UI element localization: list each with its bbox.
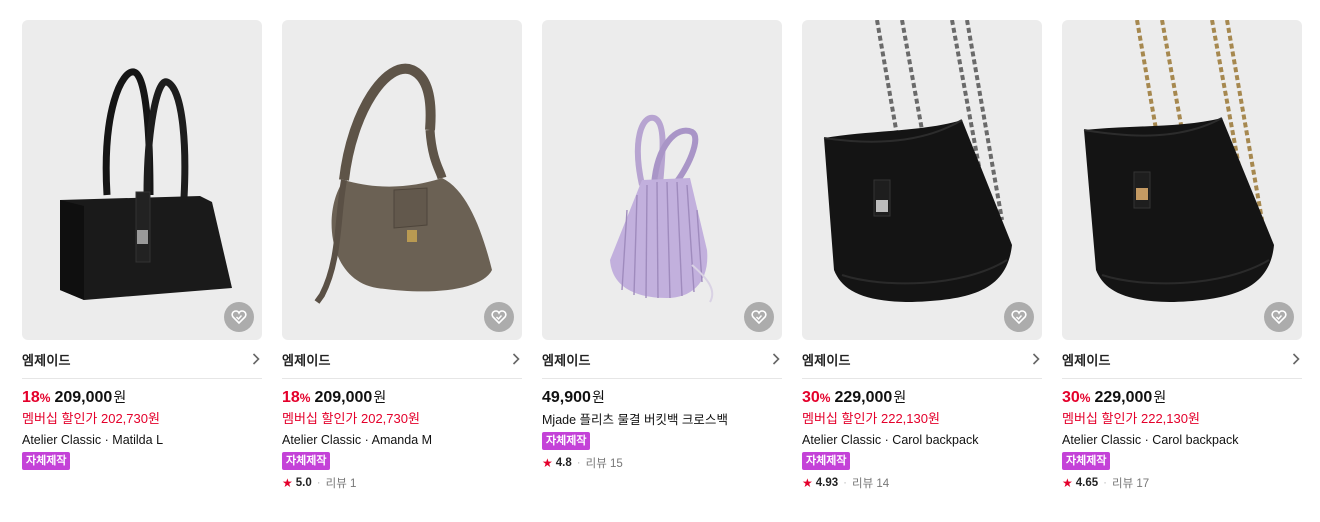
heart-icon bbox=[1011, 310, 1027, 325]
separator-dot: · bbox=[1103, 477, 1107, 489]
separator-dot: · bbox=[843, 477, 847, 489]
separator-dot: · bbox=[576, 457, 581, 469]
product-name[interactable]: Atelier Classic · Carol backpack bbox=[1062, 429, 1302, 451]
price: 209,000 bbox=[54, 389, 113, 406]
product-name[interactable]: Atelier Classic · Carol backpack bbox=[802, 429, 1042, 451]
chevron-right-icon[interactable] bbox=[510, 353, 522, 365]
price: 229,000 bbox=[834, 389, 893, 406]
currency-unit: 원 bbox=[373, 389, 387, 405]
heart-icon bbox=[231, 310, 247, 325]
star-icon: ★ bbox=[1062, 476, 1073, 490]
brand-name[interactable]: 엠제이드 bbox=[1062, 350, 1111, 369]
price: 229,000 bbox=[1094, 389, 1153, 406]
rating-score: 5.0 bbox=[295, 477, 312, 489]
rating-row: ★ 4.8 · 리뷰 15 bbox=[542, 454, 782, 472]
product-name[interactable]: Mjade 플리츠 물결 버킷백 크로스백 bbox=[542, 409, 782, 431]
product-name[interactable]: Atelier Classic · Matilda L bbox=[22, 429, 262, 451]
product-card[interactable]: 엠제이드 18% 209,000 원 멤버십 할인가 202,730원 Ateli… bbox=[22, 20, 262, 492]
member-price: 멤버십 할인가 222,130원 bbox=[1062, 411, 1200, 426]
rating-score: 4.8 bbox=[555, 457, 572, 469]
bucket-bag-image bbox=[610, 114, 714, 303]
product-image[interactable] bbox=[1062, 20, 1302, 340]
price-row: 49,900 원 bbox=[542, 387, 782, 409]
like-button[interactable] bbox=[484, 302, 514, 332]
currency-unit: 원 bbox=[113, 389, 127, 405]
product-image[interactable] bbox=[542, 20, 782, 340]
discount-rate: 18 bbox=[282, 389, 300, 406]
member-price: 멤버십 할인가 222,130원 bbox=[802, 411, 940, 426]
discount-percent-sign: % bbox=[299, 391, 311, 405]
chevron-right-icon[interactable] bbox=[1030, 353, 1042, 365]
product-name[interactable]: Atelier Classic · Amanda M bbox=[282, 429, 522, 451]
heart-icon bbox=[491, 310, 507, 325]
member-price: 멤버십 할인가 202,730원 bbox=[282, 411, 420, 426]
hobo-bag-image bbox=[314, 63, 492, 304]
rating-row: ★ 4.65 · 리뷰 17 bbox=[1062, 474, 1302, 492]
status-badge: 자체제작 bbox=[22, 452, 71, 470]
chevron-right-icon[interactable] bbox=[1290, 353, 1302, 365]
rating-row: ★ 5.0 · 리뷰 1 bbox=[282, 474, 522, 492]
brand-name[interactable]: 엠제이드 bbox=[542, 350, 591, 369]
brand-row[interactable]: 엠제이드 bbox=[542, 340, 782, 379]
review-count[interactable]: 리뷰 14 bbox=[852, 475, 889, 491]
rating-row: ★ 4.93 · 리뷰 14 bbox=[802, 474, 1042, 492]
price-row: 18% 209,000 원 bbox=[22, 387, 262, 409]
discount-rate: 18 bbox=[22, 389, 40, 406]
brand-row[interactable]: 엠제이드 bbox=[282, 340, 522, 379]
product-image[interactable] bbox=[282, 20, 522, 340]
brand-name[interactable]: 엠제이드 bbox=[282, 350, 331, 369]
product-card[interactable]: 엠제이드 30% 229,000 원 멤버십 할인가 222,130원 Ateli… bbox=[1062, 20, 1302, 492]
star-icon: ★ bbox=[542, 456, 553, 470]
price: 209,000 bbox=[314, 389, 373, 406]
tote-bag-image bbox=[60, 68, 232, 300]
currency-unit: 원 bbox=[1153, 389, 1167, 405]
chevron-right-icon[interactable] bbox=[250, 353, 262, 365]
status-badge: 자체제작 bbox=[542, 432, 591, 450]
brand-row[interactable]: 엠제이드 bbox=[22, 340, 262, 379]
price-row: 30% 229,000 원 bbox=[1062, 387, 1302, 409]
product-card[interactable]: 엠제이드 30% 229,000 원 멤버십 할인가 222,130원 Ateli… bbox=[802, 20, 1042, 492]
brand-row[interactable]: 엠제이드 bbox=[1062, 340, 1302, 379]
discount-percent-sign: % bbox=[1079, 391, 1091, 405]
backpack-image bbox=[823, 20, 1012, 302]
price-row: 30% 229,000 원 bbox=[802, 387, 1042, 409]
currency-unit: 원 bbox=[591, 389, 605, 405]
separator-dot: · bbox=[316, 477, 321, 489]
product-card[interactable]: 엠제이드 49,900 원 Mjade 플리츠 물결 버킷백 크로스백 자체제작 … bbox=[542, 20, 782, 492]
star-icon: ★ bbox=[802, 476, 813, 490]
heart-icon bbox=[1271, 310, 1287, 325]
star-icon: ★ bbox=[282, 476, 293, 490]
review-count[interactable]: 리뷰 17 bbox=[1112, 475, 1149, 491]
status-badge: 자체제작 bbox=[282, 452, 331, 470]
rating-score: 4.93 bbox=[815, 477, 839, 489]
like-button[interactable] bbox=[1004, 302, 1034, 332]
chevron-right-icon[interactable] bbox=[770, 353, 782, 365]
backpack-image bbox=[1083, 20, 1274, 302]
price: 49,900 bbox=[542, 389, 591, 406]
product-grid: 엠제이드 18% 209,000 원 멤버십 할인가 202,730원 Ateli… bbox=[22, 20, 1302, 492]
brand-name[interactable]: 엠제이드 bbox=[22, 350, 71, 369]
discount-rate: 30 bbox=[1062, 389, 1080, 406]
heart-icon bbox=[751, 310, 767, 325]
review-count[interactable]: 리뷰 1 bbox=[326, 475, 357, 491]
price-row: 18% 209,000 원 bbox=[282, 387, 522, 409]
brand-row[interactable]: 엠제이드 bbox=[802, 340, 1042, 379]
discount-percent-sign: % bbox=[39, 391, 51, 405]
discount-rate: 30 bbox=[802, 389, 820, 406]
product-image[interactable] bbox=[22, 20, 262, 340]
currency-unit: 원 bbox=[893, 389, 907, 405]
brand-name[interactable]: 엠제이드 bbox=[802, 350, 851, 369]
product-image[interactable] bbox=[802, 20, 1042, 340]
review-count[interactable]: 리뷰 15 bbox=[586, 455, 623, 471]
like-button[interactable] bbox=[744, 302, 774, 332]
rating-score: 4.65 bbox=[1075, 477, 1099, 489]
status-badge: 자체제작 bbox=[1062, 452, 1111, 470]
like-button[interactable] bbox=[1264, 302, 1294, 332]
member-price: 멤버십 할인가 202,730원 bbox=[22, 411, 160, 426]
product-card[interactable]: 엠제이드 18% 209,000 원 멤버십 할인가 202,730원 Ateli… bbox=[282, 20, 522, 492]
discount-percent-sign: % bbox=[819, 391, 831, 405]
status-badge: 자체제작 bbox=[802, 452, 851, 470]
like-button[interactable] bbox=[224, 302, 254, 332]
